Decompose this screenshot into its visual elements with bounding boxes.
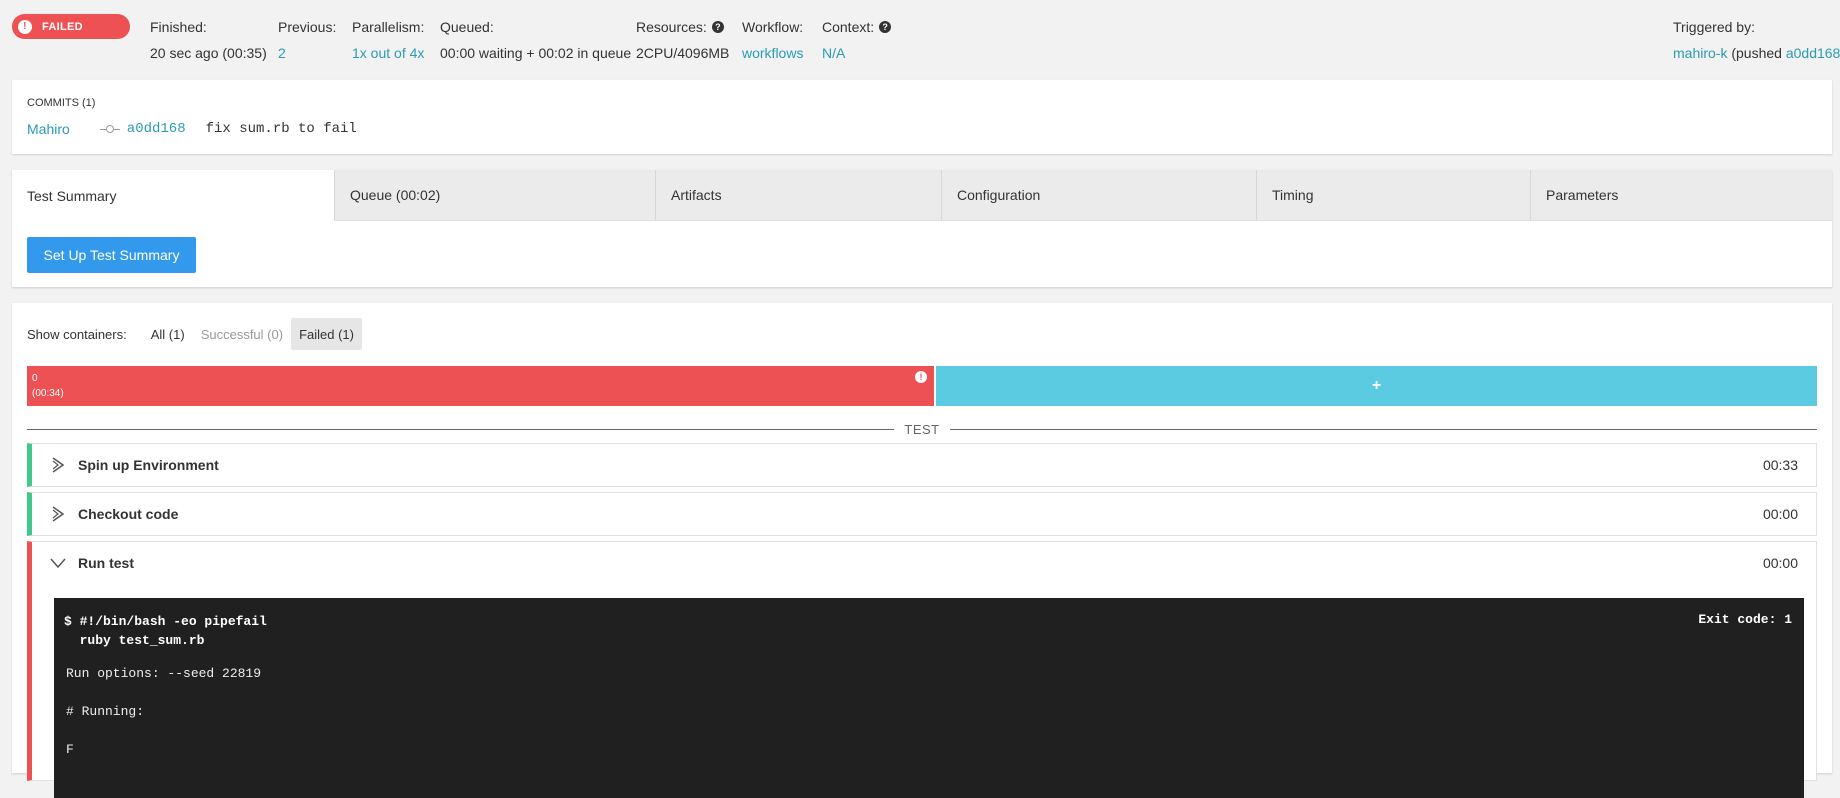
step-name: Spin up Environment xyxy=(78,457,219,473)
queued-meta: Queued: 00:00 waiting + 00:02 in queue xyxy=(440,19,631,61)
parallelism-meta: Parallelism: 1x out of 4x xyxy=(352,19,424,61)
resources-label: Resources: xyxy=(636,19,707,35)
section-divider: TEST xyxy=(27,421,1818,437)
finished-meta: Finished: 20 sec ago (00:35) xyxy=(150,19,267,61)
chevron-down-icon xyxy=(50,555,66,571)
previous-label: Previous: xyxy=(278,19,337,35)
commits-card: COMMITS (1) Mahiro a0dd168 fix sum.rb to… xyxy=(12,80,1832,154)
status-badge: ! FAILED xyxy=(12,14,130,39)
workflow-meta: Workflow: workflows xyxy=(742,19,803,61)
parallelism-link[interactable]: 1x out of 4x xyxy=(352,45,424,61)
step-duration: 00:00 xyxy=(1762,506,1798,522)
alert-icon: ! xyxy=(915,371,927,383)
container-duration: (00:34) xyxy=(32,388,64,399)
triggered-commit-link[interactable]: a0dd168 xyxy=(1786,45,1840,61)
tab-parameters[interactable]: Parameters xyxy=(1530,170,1832,221)
tab-artifacts[interactable]: Artifacts xyxy=(655,170,941,221)
filter-successful[interactable]: Successful (0) xyxy=(193,318,291,350)
queued-value: 00:00 waiting + 00:02 in queue xyxy=(440,45,632,61)
step-duration: 00:00 xyxy=(1762,555,1798,571)
filter-failed[interactable]: Failed (1) xyxy=(291,318,362,350)
chevron-right-icon xyxy=(50,457,66,473)
queued-label: Queued: xyxy=(440,19,494,35)
commit-hash-link[interactable]: a0dd168 xyxy=(127,121,186,137)
finished-label: Finished: xyxy=(150,19,207,35)
container-bar: 0 (00:34) ! + xyxy=(27,366,1817,406)
tab-test-summary[interactable]: Test Summary xyxy=(12,170,334,221)
workflow-label: Workflow: xyxy=(742,19,804,35)
help-icon[interactable]: ? xyxy=(711,21,724,33)
add-container-button[interactable]: + xyxy=(936,366,1817,406)
alert-icon: ! xyxy=(18,19,32,34)
job-header: ! FAILED Finished: 20 sec ago (00:35) Pr… xyxy=(0,0,1840,72)
chevron-right-icon xyxy=(50,506,66,522)
context-label: Context: xyxy=(822,19,875,35)
triggered-user-link[interactable]: mahiro-k xyxy=(1673,45,1727,61)
step-duration: 00:33 xyxy=(1762,457,1798,473)
previous-meta: Previous: 2 xyxy=(278,19,336,61)
commits-title: COMMITS (1) xyxy=(27,97,96,109)
resources-meta: Resources:? 2CPU/4096MB xyxy=(636,19,729,61)
commit-row: Mahiro a0dd168 fix sum.rb to fail xyxy=(27,121,357,137)
commit-icon xyxy=(99,125,120,133)
step-output-terminal[interactable]: $ #!/bin/bash -eo pipefail ruby test_sum… xyxy=(54,598,1804,798)
triggered-label: Triggered by: xyxy=(1673,19,1755,35)
context-meta: Context:? N/A xyxy=(822,19,892,61)
tab-timing[interactable]: Timing xyxy=(1256,170,1530,221)
step-run-test[interactable]: Run test 00:00 $ #!/bin/bash -eo pipefai… xyxy=(27,541,1817,798)
terminal-command: $ #!/bin/bash -eo pipefail ruby test_sum… xyxy=(64,614,267,648)
status-label: FAILED xyxy=(42,20,83,33)
finished-value: 20 sec ago (00:35) xyxy=(150,45,267,61)
section-label: TEST xyxy=(904,421,940,437)
tab-configuration[interactable]: Configuration xyxy=(941,170,1256,221)
workflow-link[interactable]: workflows xyxy=(742,45,803,61)
step-checkout-code[interactable]: Checkout code 00:00 xyxy=(27,492,1817,536)
step-name: Run test xyxy=(78,555,134,571)
container-index: 0 xyxy=(32,373,38,384)
containers-card: Show containers: All (1) Successful (0) … xyxy=(12,303,1832,798)
container-filters: Show containers: All (1) Successful (0) … xyxy=(27,318,362,350)
exit-code: Exit code: 1 xyxy=(1698,612,1792,627)
step-name: Checkout code xyxy=(78,506,179,522)
tabs-card: Test Summary Queue (00:02) Artifacts Con… xyxy=(12,170,1832,287)
previous-link[interactable]: 2 xyxy=(278,45,286,61)
setup-test-summary-button[interactable]: Set Up Test Summary xyxy=(27,237,196,273)
step-spin-up-environment[interactable]: Spin up Environment 00:33 xyxy=(27,443,1817,487)
terminal-output: Run options: --seed 22819 # Running: F xyxy=(66,666,262,757)
parallelism-label: Parallelism: xyxy=(352,19,425,35)
show-containers-label: Show containers: xyxy=(27,326,127,342)
filter-all[interactable]: All (1) xyxy=(143,318,193,350)
container-0[interactable]: 0 (00:34) ! xyxy=(27,366,934,406)
triggered-meta: Triggered by: mahiro-k (pushed a0dd168) xyxy=(1673,19,1840,61)
tab-queue[interactable]: Queue (00:02) xyxy=(334,170,655,221)
commit-message: fix sum.rb to fail xyxy=(205,121,357,137)
commit-author-link[interactable]: Mahiro xyxy=(27,121,70,137)
help-icon[interactable]: ? xyxy=(879,21,892,33)
triggered-pushed-text: (pushed xyxy=(1727,45,1786,61)
tab-bar: Test Summary Queue (00:02) Artifacts Con… xyxy=(12,170,1832,221)
context-link[interactable]: N/A xyxy=(822,45,845,61)
resources-value: 2CPU/4096MB xyxy=(636,45,730,61)
